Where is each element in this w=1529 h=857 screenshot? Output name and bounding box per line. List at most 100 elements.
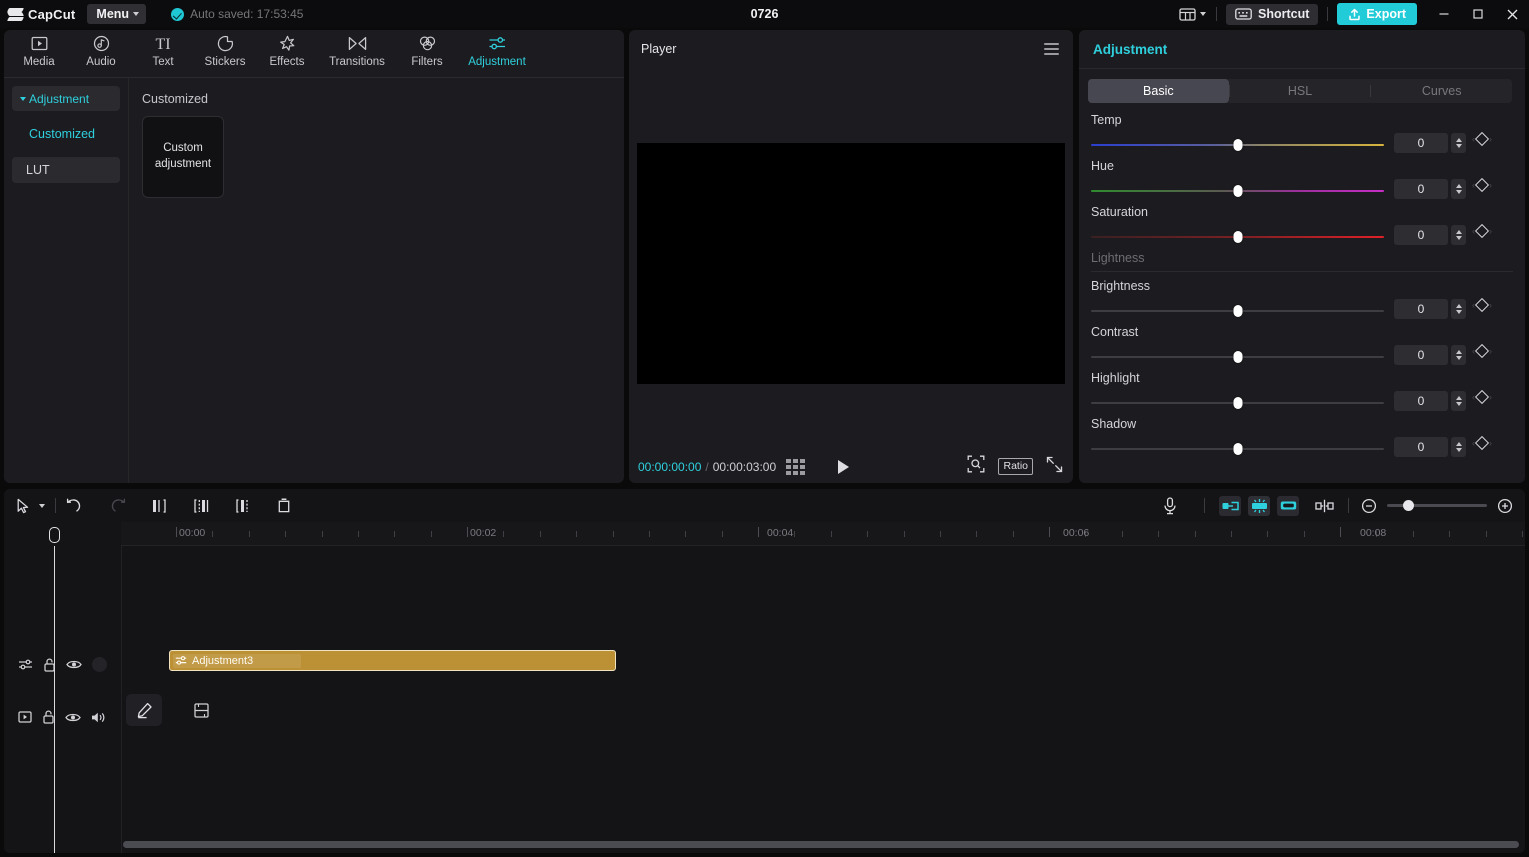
export-button[interactable]: Export [1337,3,1417,25]
timeline-clip-adjustment3[interactable]: Adjustment3 [169,650,616,671]
player-stage[interactable] [629,68,1073,458]
text-icon: TI [151,34,175,53]
delete-button[interactable] [276,498,292,514]
record-voiceover-button[interactable] [1162,497,1178,515]
playhead-handle[interactable] [49,527,60,543]
hamburger-icon[interactable] [1044,43,1059,55]
sidebar-item-lut[interactable]: LUT [12,157,120,183]
tab-basic[interactable]: Basic [1088,79,1229,103]
redo-button[interactable] [109,498,126,513]
value-input-shadow[interactable]: 0 [1394,437,1448,457]
stepper-contrast[interactable] [1451,345,1466,365]
slider-knob[interactable] [1233,231,1242,243]
undo-button[interactable] [66,498,83,513]
keyframe-button-highlight[interactable]: ‹ › [1472,392,1492,402]
slider-knob[interactable] [1233,139,1242,151]
tab-audio[interactable]: Audio [70,30,132,68]
track-lane-adjustment[interactable]: Adjustment3 [121,650,1525,674]
video-icon[interactable] [18,711,32,723]
close-button[interactable] [1495,0,1529,28]
stepper-saturation[interactable] [1451,225,1466,245]
stepper-shadow[interactable] [1451,437,1466,457]
play-button[interactable] [838,460,849,474]
keyframe-button-saturation[interactable]: ‹ › [1472,226,1492,236]
value-input-hue[interactable]: 0 [1394,179,1448,199]
slider-knob[interactable] [1233,351,1242,363]
slider-knob[interactable] [1233,443,1242,455]
zoom-fit-icon[interactable] [967,455,985,478]
menu-button[interactable]: Menu [87,4,146,24]
value-input-highlight[interactable]: 0 [1394,391,1448,411]
trim-left-button[interactable] [151,498,167,514]
sub-nav-group-adjustment[interactable]: Adjustment [12,86,120,111]
tab-transitions[interactable]: Transitions [318,30,396,68]
player-title: Player [641,42,676,56]
split-button[interactable] [193,498,209,514]
value-input-temp[interactable]: 0 [1394,133,1448,153]
zoom-slider-knob[interactable] [1403,500,1414,511]
stepper-hue[interactable] [1451,179,1466,199]
timeline-ruler[interactable]: 00:0000:0200:0400:0600:08 [121,522,1525,546]
eye-icon[interactable] [66,659,82,670]
stepper-temp[interactable] [1451,133,1466,153]
video-canvas[interactable] [637,143,1065,384]
slider-knob[interactable] [1233,397,1242,409]
tab-hsl[interactable]: HSL [1230,79,1371,103]
empty-track-placeholder-icon[interactable] [194,703,209,723]
slider-contrast[interactable] [1091,351,1384,363]
link-button[interactable] [1277,496,1299,516]
shortcut-button[interactable]: Shortcut [1226,4,1318,25]
slider-highlight[interactable] [1091,397,1384,409]
tab-stickers[interactable]: Stickers [194,30,256,68]
zoom-out-button[interactable] [1361,498,1377,514]
edit-track-button[interactable] [126,694,162,726]
keyframe-button-hue[interactable]: ‹ › [1472,180,1492,190]
fullscreen-icon[interactable] [1046,456,1063,478]
marker-button[interactable] [1315,499,1334,513]
sidebar-item-customized[interactable]: Customized [12,121,120,147]
slider-knob[interactable] [1233,305,1242,317]
slider-temp[interactable] [1091,139,1384,151]
preset-card-custom-adjustment[interactable]: Custom adjustment [142,116,224,198]
tab-filters[interactable]: Filters [396,30,458,68]
value-input-brightness[interactable]: 0 [1394,299,1448,319]
stepper-brightness[interactable] [1451,299,1466,319]
eye-icon[interactable] [65,712,81,723]
layout-switch-button[interactable] [1169,7,1216,21]
adjustment-icon[interactable] [18,658,33,671]
tab-adjustment[interactable]: Adjustment [458,30,536,68]
select-tool-button[interactable] [16,498,31,514]
grid-icon[interactable] [786,459,805,475]
slider-saturation[interactable] [1091,231,1384,243]
value-input-contrast[interactable]: 0 [1394,345,1448,365]
slider-brightness[interactable] [1091,305,1384,317]
ratio-button[interactable]: Ratio [998,458,1033,475]
mirror-button[interactable] [1219,496,1241,516]
keyframe-button-contrast[interactable]: ‹ › [1472,346,1492,356]
stepper-highlight[interactable] [1451,391,1466,411]
slider-shadow[interactable] [1091,443,1384,455]
tab-text[interactable]: TI Text [132,30,194,68]
zoom-in-button[interactable] [1497,498,1513,514]
tab-media[interactable]: Media [8,30,70,68]
trim-right-button[interactable] [235,498,251,514]
keyframe-button-brightness[interactable]: ‹ › [1472,300,1492,310]
value-input-saturation[interactable]: 0 [1394,225,1448,245]
keyframe-button-shadow[interactable]: ‹ › [1472,438,1492,448]
volume-icon[interactable] [91,711,106,724]
slider-knob[interactable] [1233,185,1242,197]
timeline-horizontal-scrollbar[interactable] [123,841,1519,848]
tab-effects[interactable]: Effects [256,30,318,68]
disc-icon[interactable] [92,657,107,672]
tab-adjustment-label: Adjustment [468,56,526,68]
tab-curves[interactable]: Curves [1371,79,1512,103]
playhead[interactable] [54,546,55,853]
zoom-slider[interactable] [1387,504,1487,507]
snap-button[interactable] [1248,496,1270,516]
slider-hue[interactable] [1091,185,1384,197]
maximize-button[interactable] [1461,0,1495,28]
tool-dropdown-button[interactable] [39,504,45,508]
keyframe-button-temp[interactable]: ‹ › [1472,134,1492,144]
slider-row-saturation: Saturation 0 ‹ › [1090,202,1514,248]
minimize-button[interactable] [1427,0,1461,28]
